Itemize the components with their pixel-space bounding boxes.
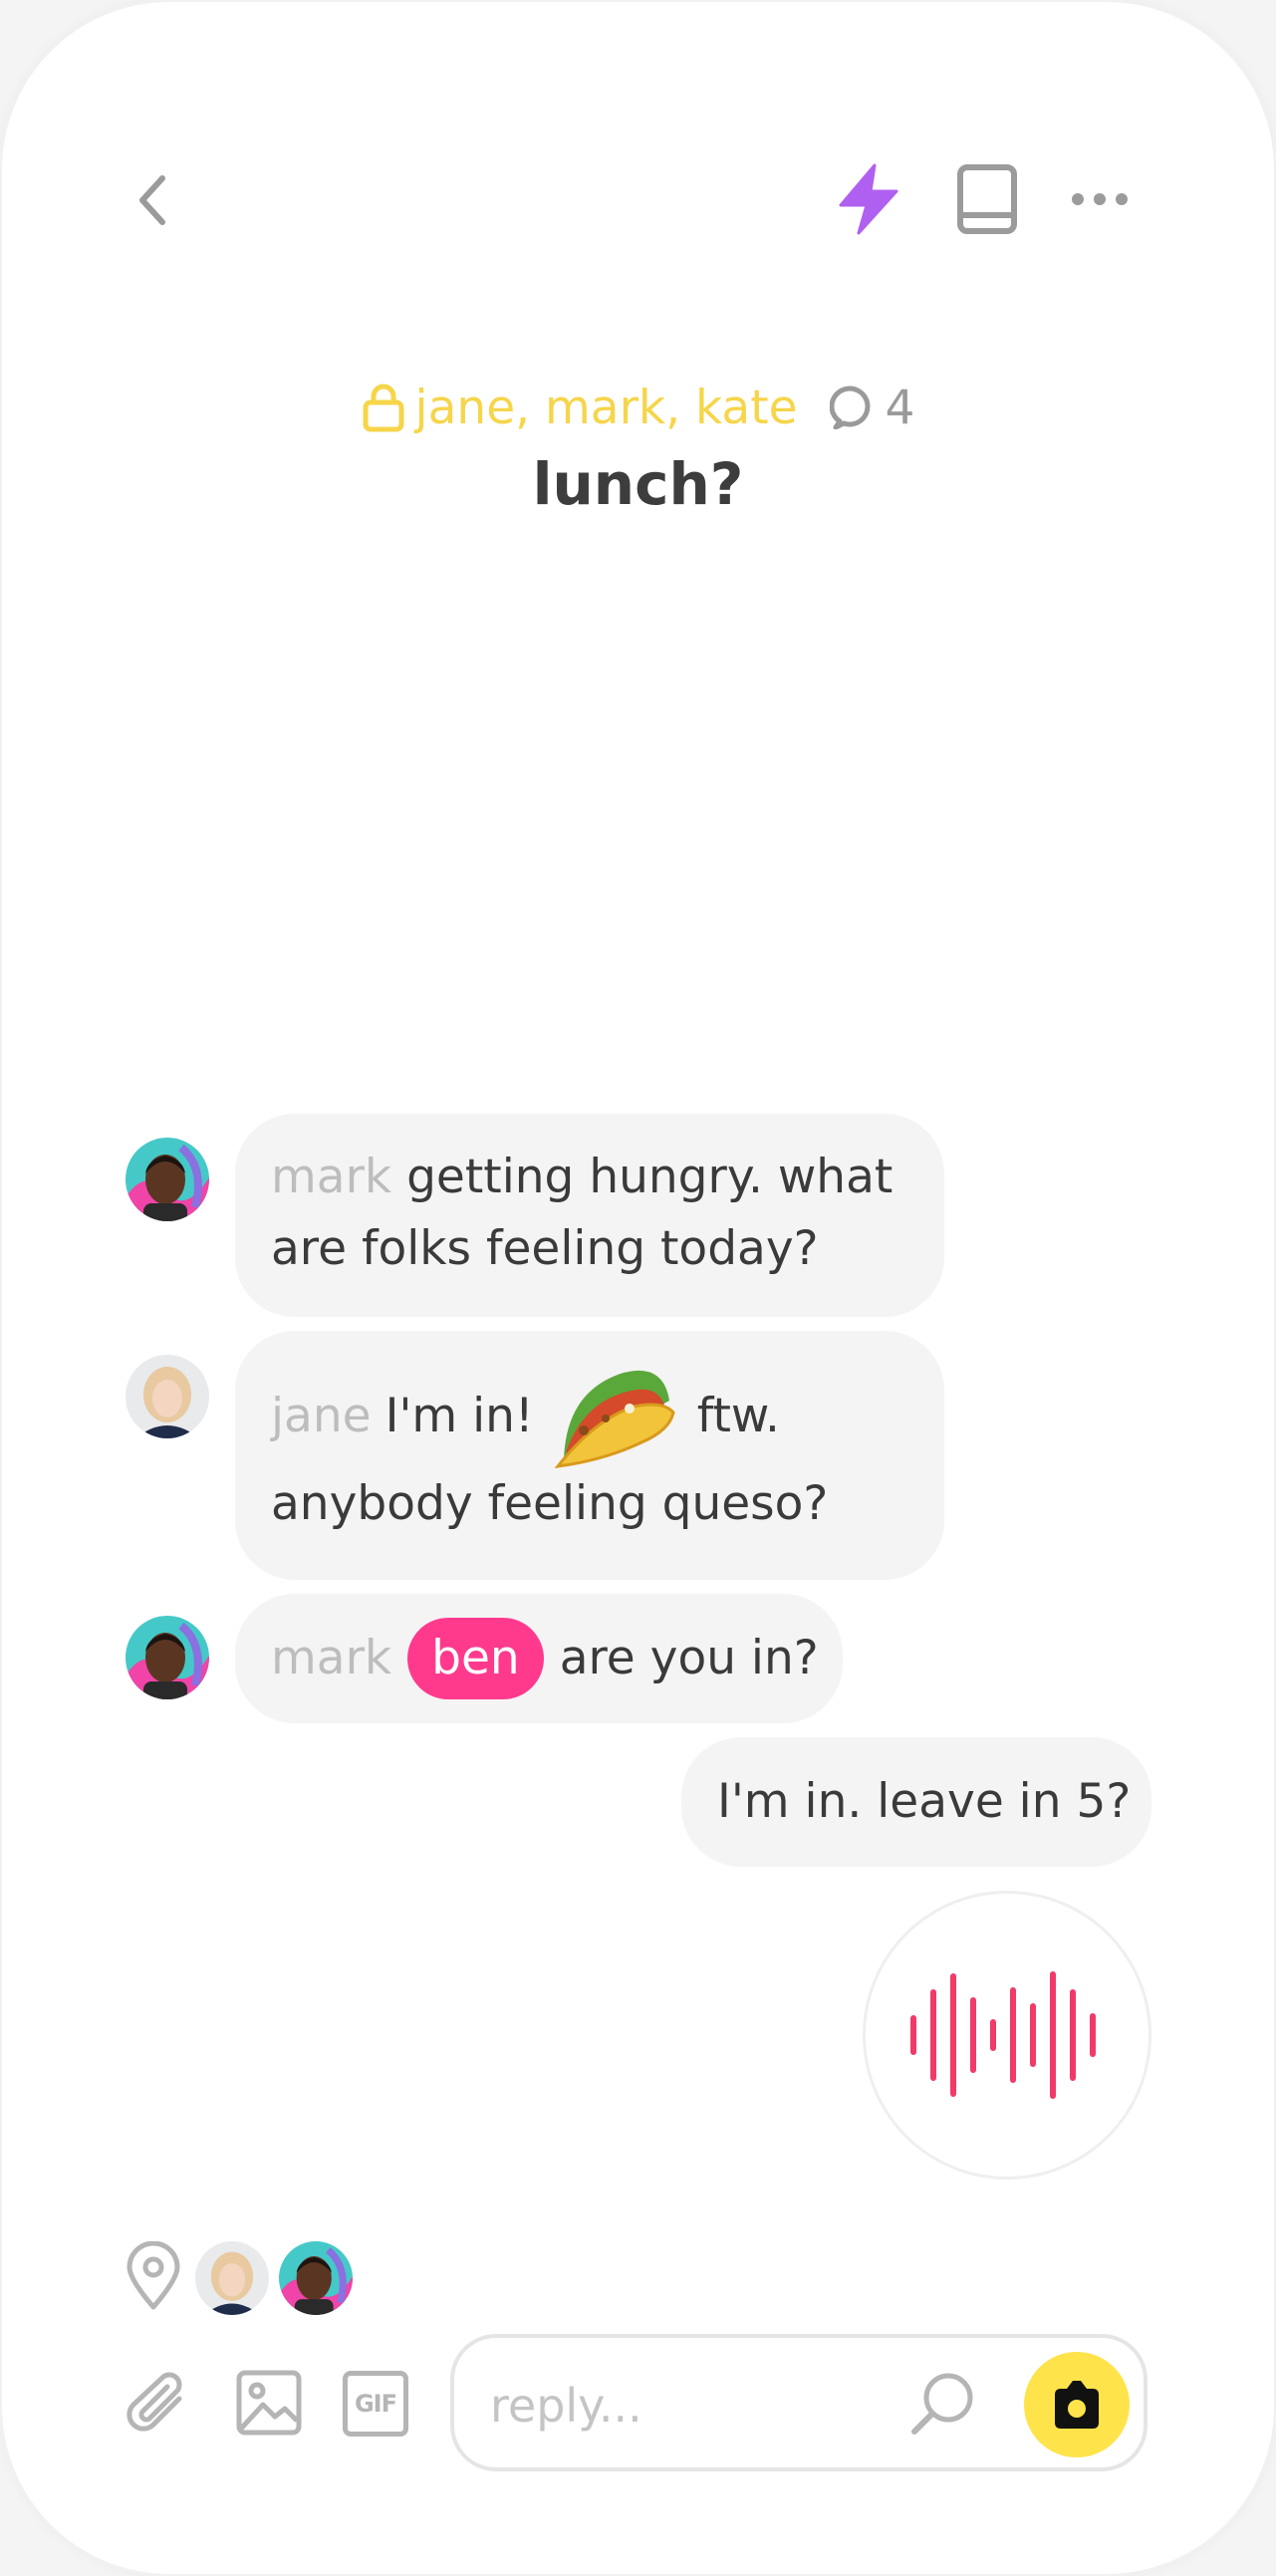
message-line: jane I'm in! ftw. [271,1361,908,1472]
search-button[interactable] [906,2370,978,2442]
message-sender: jane [271,1389,372,1443]
own-message-bubble[interactable]: I'm in. leave in 5? [681,1737,1151,1867]
message-line: mark getting hungry. what [271,1142,908,1213]
own-message-text: I'm in. leave in 5? [717,1774,1132,1829]
message-bubble[interactable]: mark getting hungry. what are folks feel… [235,1114,944,1317]
avatar-mark[interactable] [126,1616,209,1699]
message-bubble[interactable]: jane I'm in! ftw. anybody feeling queso? [235,1331,944,1580]
message-text: getting hungry. what [406,1150,893,1204]
message-text-line2: anybody feeling queso? [271,1476,829,1531]
avatar-mark[interactable] [126,1138,209,1221]
chat-screen: jane, mark, kate 4 lunch? mark getting h… [0,0,1276,2576]
lightning-icon [839,163,898,235]
comment-count-value: 4 [885,380,915,435]
image-icon [236,2370,302,2436]
presence-avatar-jane [195,2241,269,2315]
paperclip-icon [127,2372,182,2432]
message-sender: mark [271,1631,392,1685]
camera-button[interactable] [1024,2352,1130,2457]
back-button[interactable] [118,159,187,241]
mention-chip[interactable]: ben [407,1618,544,1699]
avatar-jane-photo [195,2241,269,2315]
back-chevron-icon [139,175,165,225]
avatar-mark-photo [126,1616,209,1699]
more-button[interactable] [1068,179,1132,219]
notes-button[interactable] [950,159,1024,239]
comment-icon [829,386,871,429]
message-text: I'm in! [384,1389,534,1443]
reply-input[interactable] [488,2368,891,2444]
avatar-jane[interactable] [126,1355,209,1438]
gif-icon: GIF [354,2390,397,2418]
message-text: ftw. [696,1389,780,1443]
avatar-mark-photo [279,2241,353,2315]
book-icon [957,164,1017,234]
presence-avatar-mark [279,2241,353,2315]
search-icon [911,2373,973,2435]
comment-count: 4 [829,380,915,435]
avatar-jane-photo [126,1355,209,1438]
lock-icon [363,384,404,432]
boost-button[interactable] [831,159,906,239]
gif-button[interactable]: GIF [343,2371,408,2437]
location-button[interactable] [126,2240,185,2317]
message-text: are you in? [559,1631,819,1685]
participants-row[interactable]: jane, mark, kate 4 [0,371,1276,444]
more-icon [1072,193,1128,205]
taco-icon [554,1370,675,1468]
reply-box [450,2334,1148,2471]
participants-names: jane, mark, kate [414,380,798,435]
message-sender: mark [271,1150,392,1204]
waveform-icon [910,1971,1096,2099]
location-pin-icon [127,2240,180,2310]
image-button[interactable] [235,2369,305,2439]
thread-title: lunch? [532,450,744,518]
voice-message[interactable] [863,1891,1151,2180]
message-text-line2: are folks feeling today? [271,1221,819,1276]
avatar-mark-photo [126,1138,209,1221]
message-bubble[interactable]: mark ben are you in? [235,1594,843,1723]
attach-button[interactable] [124,2369,197,2443]
camera-icon [1055,2381,1099,2429]
